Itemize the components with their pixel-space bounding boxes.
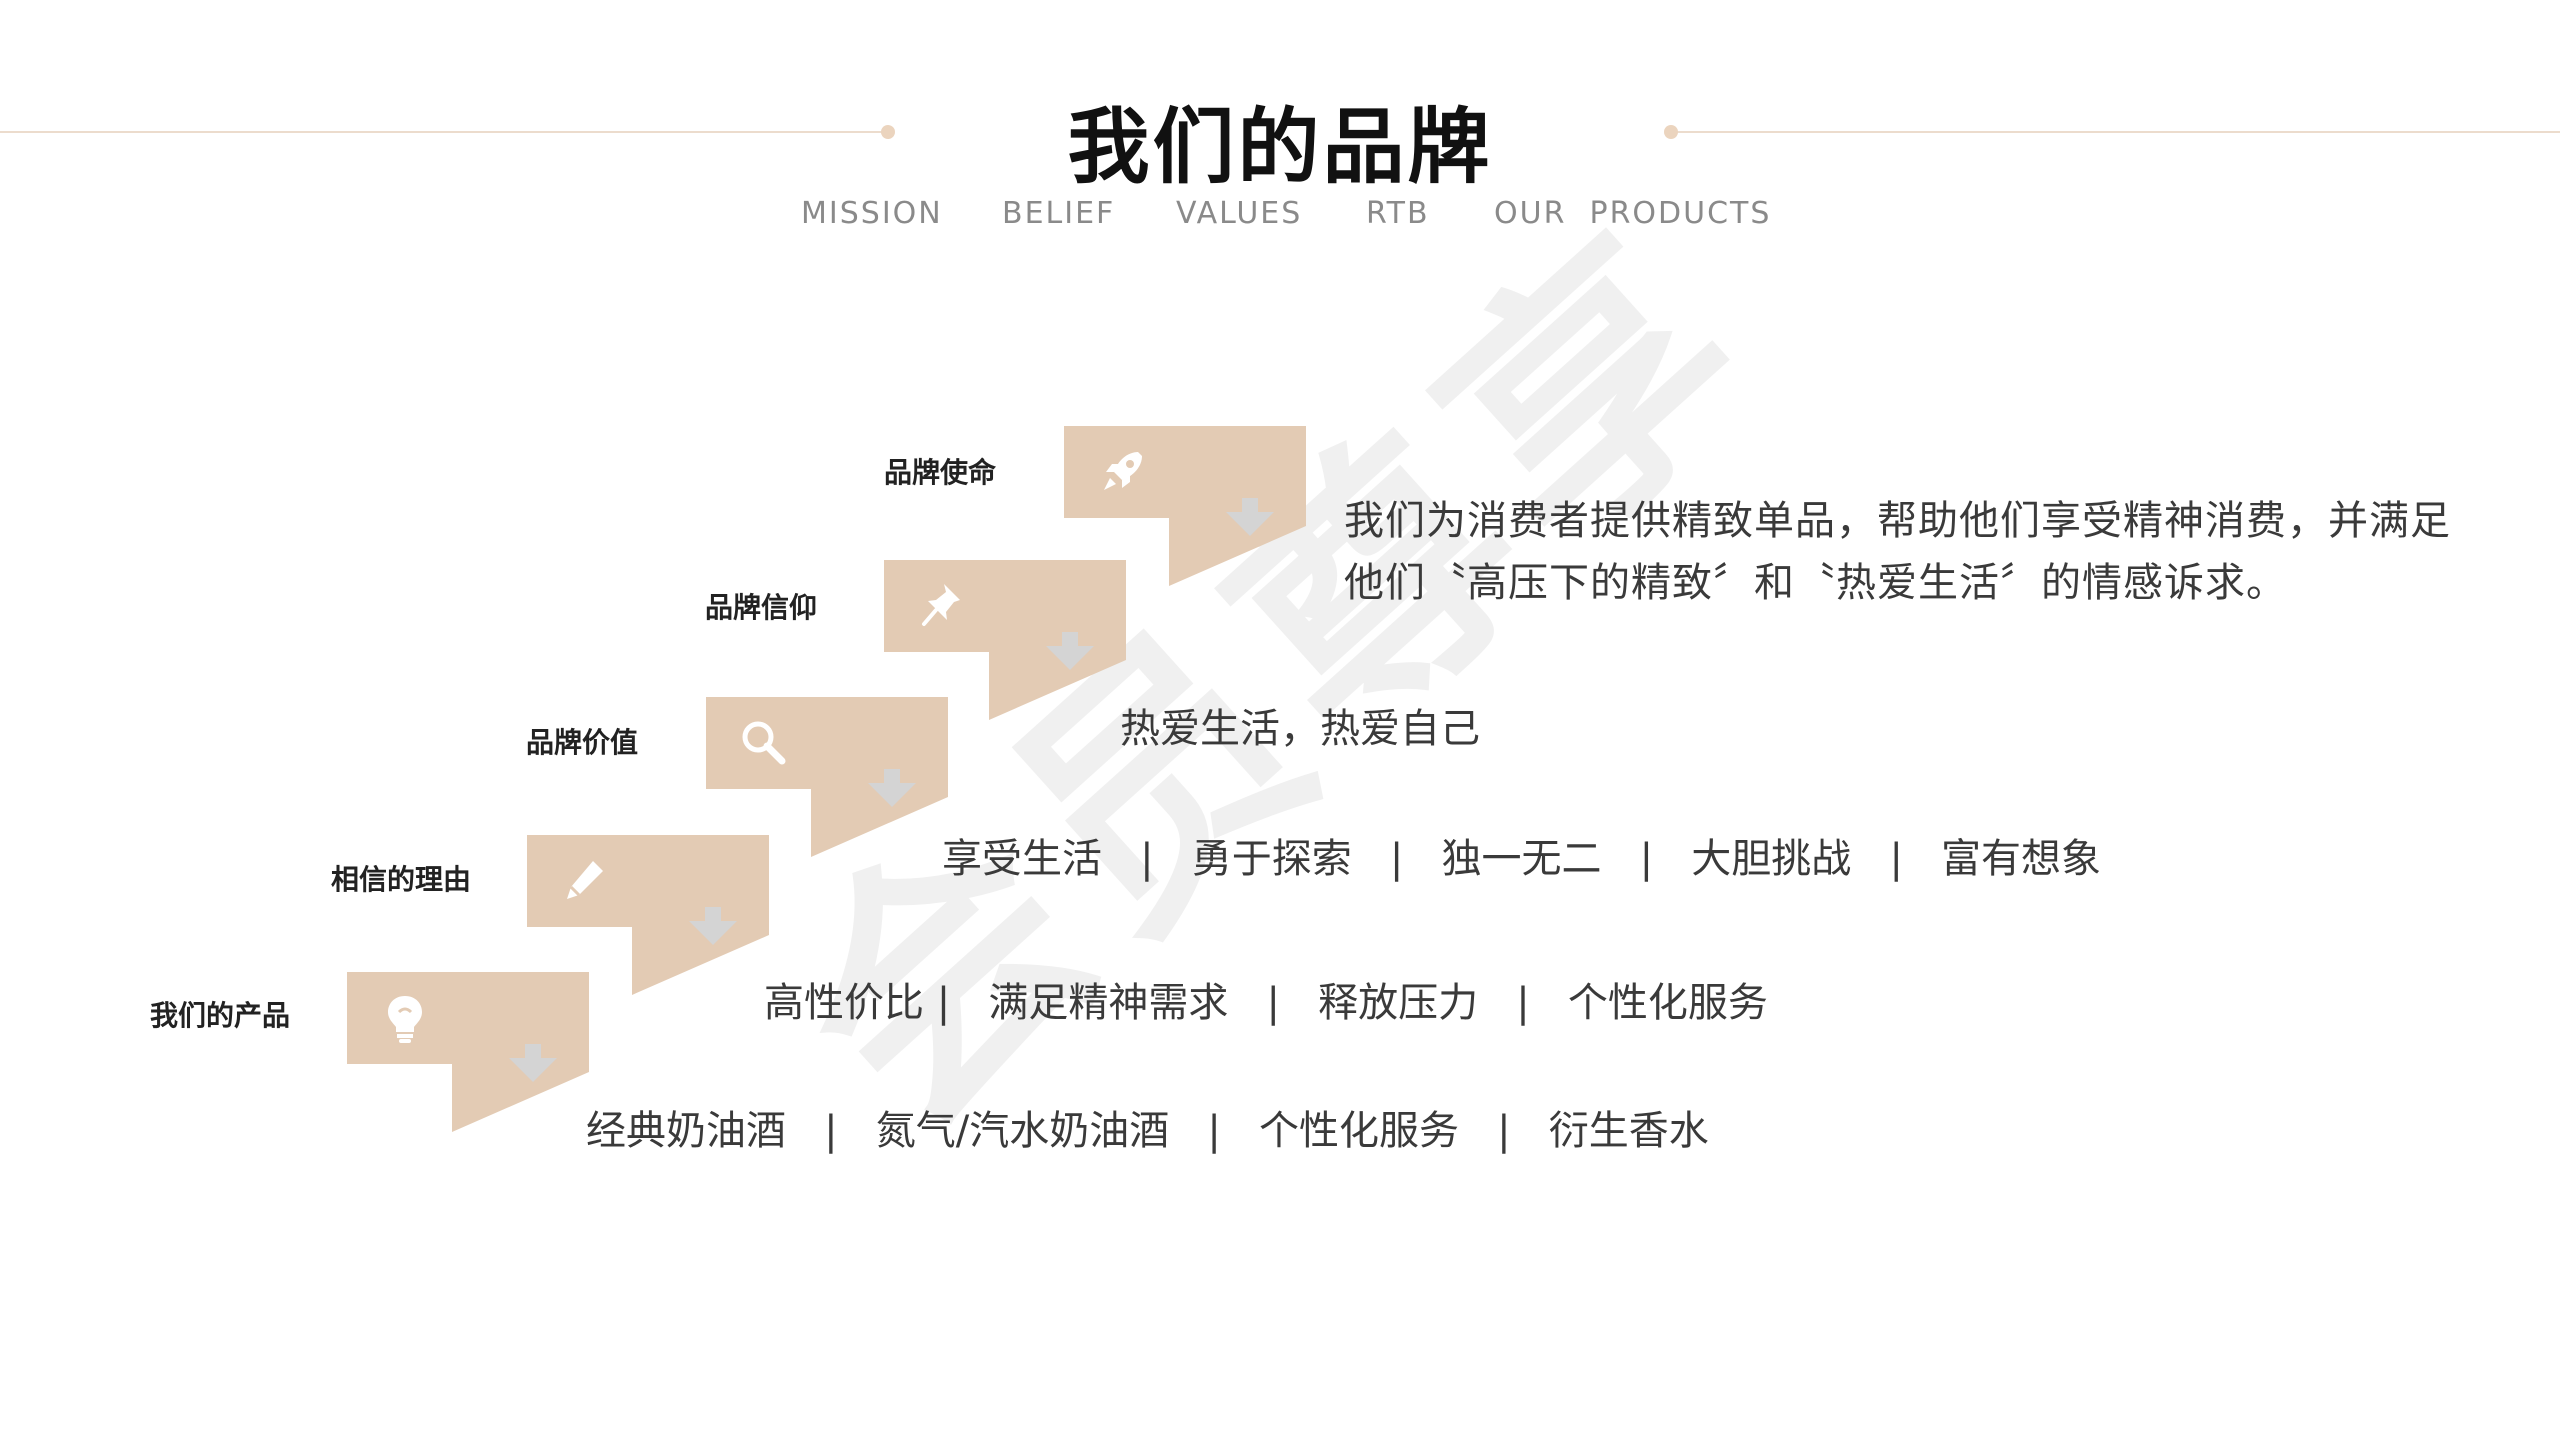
header-dot-right bbox=[1664, 125, 1678, 139]
step-label-mission: 品牌使命 bbox=[884, 456, 997, 489]
header-divider-right bbox=[1672, 131, 2560, 133]
nav-rtb: RTB bbox=[1366, 196, 1430, 231]
pencil-icon bbox=[567, 861, 603, 899]
page-title: 我们的品牌 bbox=[1067, 100, 1493, 195]
watermark: 会员尊享 bbox=[739, 172, 1813, 1183]
step-text-reasons: 高性价比 | 满足精神需求 | 释放压力 | 个性化服务 bbox=[764, 980, 1768, 1026]
step-text-values: 享受生活 | 勇于探索 | 独一无二 | 大胆挑战 | 富有想象 bbox=[942, 836, 2102, 882]
step-text-belief: 热爱生活，热爱自己 bbox=[1120, 706, 1480, 752]
header-dot-left bbox=[881, 125, 895, 139]
nav-mission: MISSION bbox=[801, 196, 943, 231]
step-text-products: 经典奶油酒 | 氮气/汽水奶油酒 | 个性化服务 | 衍生香水 bbox=[586, 1108, 1709, 1154]
step-label-values: 品牌价值 bbox=[526, 726, 639, 759]
nav-belief: BELIEF bbox=[1002, 196, 1116, 231]
pushpin-icon bbox=[922, 584, 960, 626]
header-divider-left bbox=[0, 131, 886, 133]
step-label-products: 我们的产品 bbox=[150, 999, 291, 1032]
step-label-belief: 品牌信仰 bbox=[705, 591, 818, 624]
nav-values: VALUES bbox=[1176, 196, 1303, 231]
step-text-mission: 我们为消费者提供精致单品，帮助他们享受精神消费，并满足他们〝高压下的精致〞和〝热… bbox=[1344, 498, 2451, 606]
step-label-reasons: 相信的理由 bbox=[331, 863, 472, 896]
rocket-icon bbox=[1104, 452, 1142, 490]
search-icon bbox=[742, 721, 786, 765]
lightbulb-icon bbox=[388, 996, 422, 1043]
step-block-mission bbox=[1064, 426, 1309, 601]
